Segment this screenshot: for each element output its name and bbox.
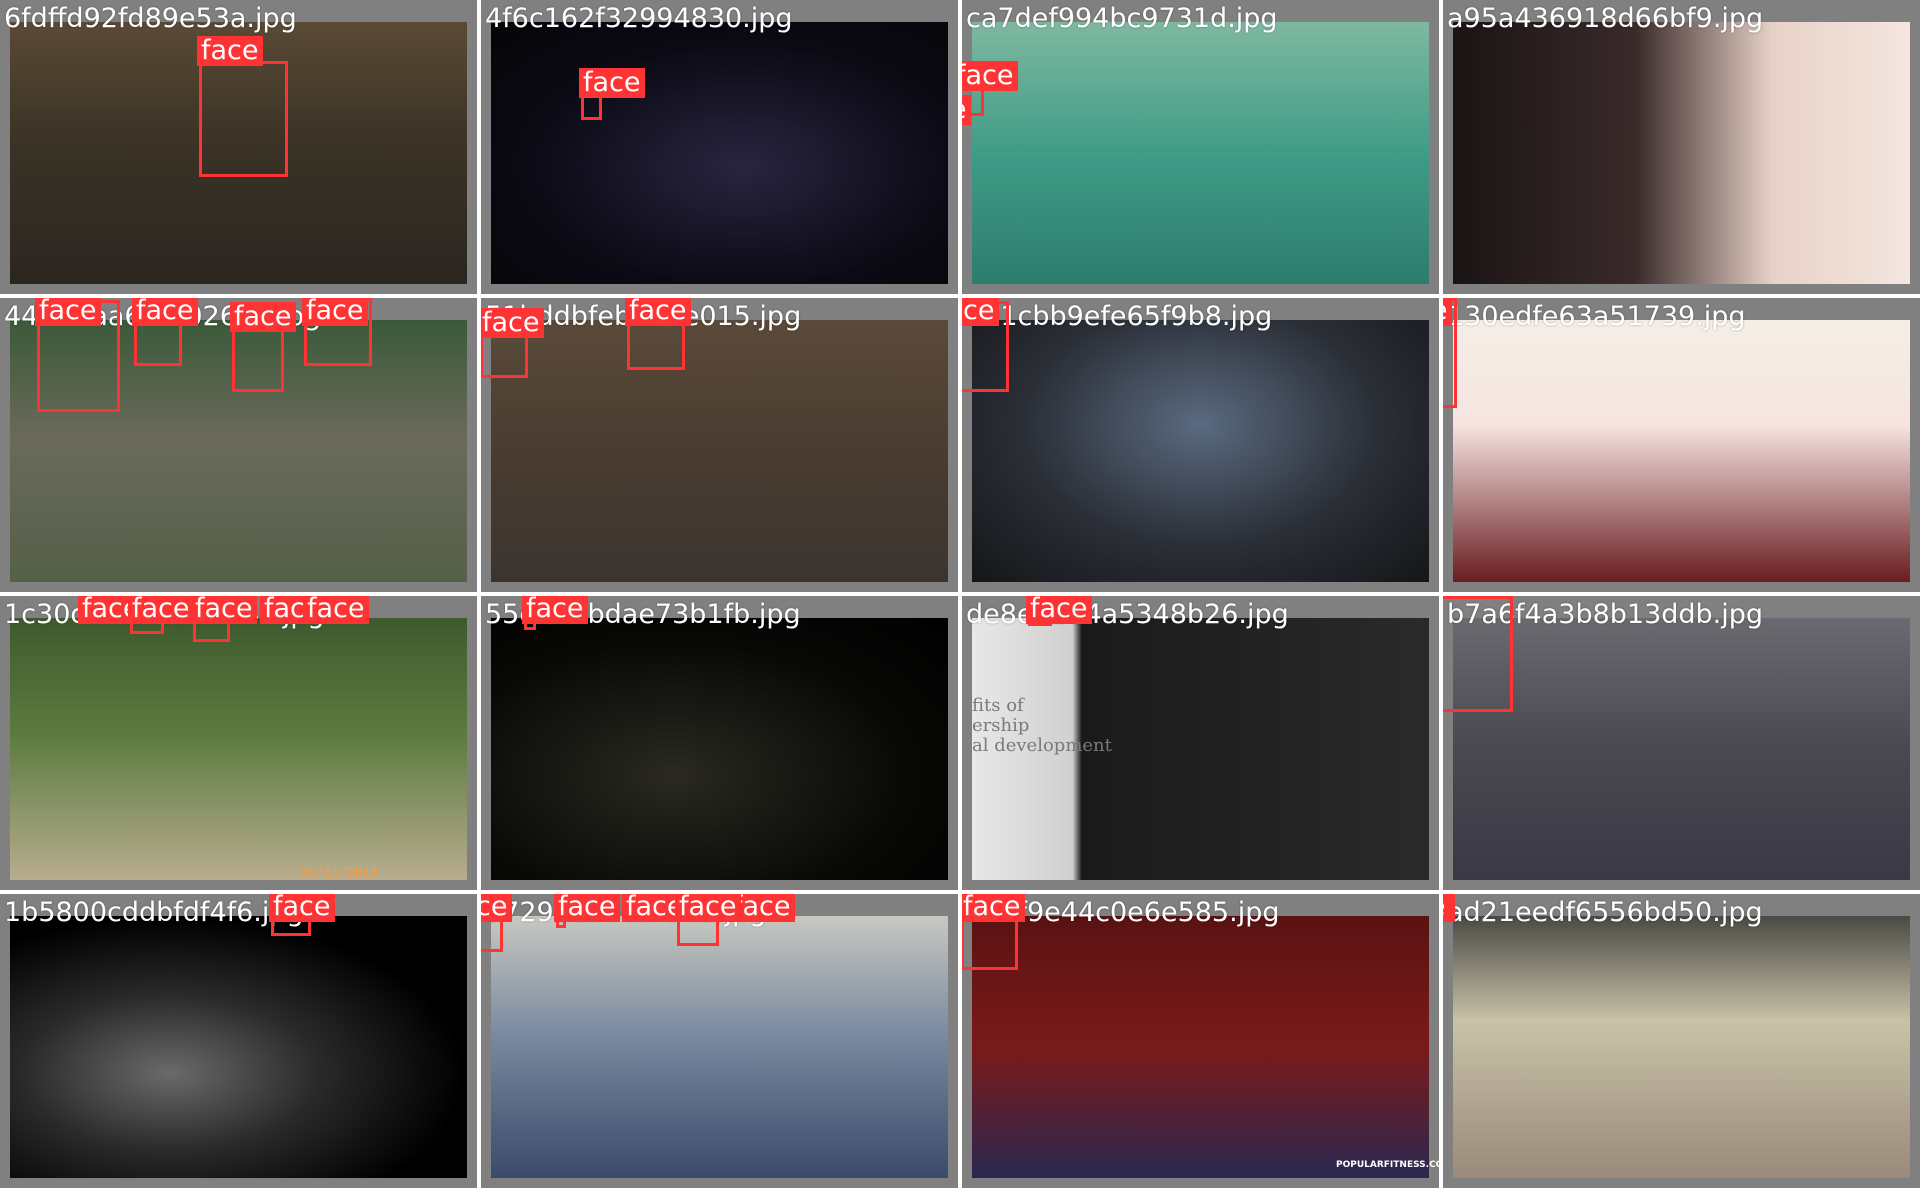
tile-photo xyxy=(491,916,948,1178)
detection-label: face xyxy=(1026,596,1092,624)
prediction-tile: b7a6f4a3b8b13ddb.jpgface xyxy=(1443,596,1920,890)
tile-photo xyxy=(10,618,467,880)
tile-filename: 4f6c162f32994830.jpg xyxy=(485,3,793,34)
detection-label: face xyxy=(962,61,1018,91)
detection-label: face xyxy=(197,36,263,66)
prediction-tile: 4f6c162f32994830.jpg face xyxy=(481,0,958,294)
tile-photo xyxy=(1453,320,1910,582)
prediction-tile: 130edfe63a51739.jpgfaceface xyxy=(1443,298,1920,592)
detection-label: face xyxy=(1443,894,1450,922)
detection-label: face xyxy=(35,298,101,326)
prediction-tile: a95a436918d66bf9.jpgface xyxy=(1443,0,1920,294)
prediction-tile: 1b5800cddbfdf4f6.jpg face xyxy=(0,894,477,1188)
detection-box xyxy=(199,61,288,177)
tile-photo xyxy=(1453,618,1910,880)
tile-photo xyxy=(491,22,948,284)
tile-photo xyxy=(491,320,948,582)
tile-photo xyxy=(972,916,1429,1178)
detection-label: face xyxy=(1443,298,1452,326)
tile-photo xyxy=(1453,916,1910,1178)
detection-label: face xyxy=(675,894,741,922)
detection-box xyxy=(1443,596,1513,712)
tile-photo xyxy=(1453,22,1910,284)
prediction-tile: 57298e56e2f5a2.jpgfacefacefacefaceface xyxy=(481,894,958,1188)
tile-filename: a95a436918d66bf9.jpg xyxy=(1447,3,1764,34)
detection-box xyxy=(481,332,528,378)
detection-label: face xyxy=(962,95,971,125)
tile-photo xyxy=(972,320,1429,582)
poster-text: fits of ership al development xyxy=(972,695,1112,756)
tile-filename: 6fdffd92fd89e53a.jpg xyxy=(4,3,297,34)
photo-date-stamp: 08/11/2013 xyxy=(300,866,379,881)
prediction-tile: 51bddbfeb256e015.jpgfaceface xyxy=(481,298,958,592)
tile-filename: 130edfe63a51739.jpg xyxy=(1447,301,1746,332)
detection-label: face xyxy=(481,308,544,338)
detection-label: face xyxy=(269,894,335,922)
tile-filename: de8e22a4a5348b26.jpg xyxy=(966,599,1289,630)
prediction-tile: ad21eedf6556bd50.jpgfaceface xyxy=(1443,894,1920,1188)
prediction-tile: 445ff0aa6f4d026e6.jpgfacefacefaceface xyxy=(0,298,477,592)
tile-photo xyxy=(10,916,467,1178)
detection-label: face xyxy=(128,596,194,624)
detection-label: face xyxy=(132,298,198,326)
tile-filename: 5b1cbb9efe65f9b8.jpg xyxy=(966,301,1273,332)
photo-watermark: POPULARFITNESS.COM xyxy=(1336,1160,1439,1170)
tile-filename: ad21eedf6556bd50.jpg xyxy=(1447,897,1763,928)
prediction-tile: 6fdffd92fd89e53a.jpg face xyxy=(0,0,477,294)
prediction-tile: 5b1cbb9efe65f9b8.jpgface xyxy=(962,298,1439,592)
tile-filename: ca7def994bc9731d.jpg xyxy=(966,3,1278,34)
tile-photo xyxy=(491,618,948,880)
detection-label: face xyxy=(522,596,588,624)
detection-box xyxy=(232,326,284,392)
detection-label: face xyxy=(579,68,645,98)
detection-label: face xyxy=(302,298,368,326)
detection-label: face xyxy=(303,596,369,624)
detection-label: face xyxy=(962,894,1025,922)
prediction-tile: 55e361bdae73b1fb.jpg face xyxy=(481,596,958,890)
prediction-tile: ca7def994bc9731d.jpg face face xyxy=(962,0,1439,294)
tile-filename: 1b5800cddbfdf4f6.jpg xyxy=(4,897,304,928)
detection-label: face xyxy=(191,596,257,624)
prediction-grid: 6fdffd92fd89e53a.jpg face 4f6c162f32994830… xyxy=(0,0,1920,1192)
tile-photo xyxy=(972,22,1429,284)
detection-label: face xyxy=(625,298,691,326)
detection-label: face xyxy=(230,302,296,332)
detection-label: face xyxy=(554,894,620,922)
prediction-tile: 1c30d6570129054c.jpgfacefacefacefaceface… xyxy=(0,596,477,890)
prediction-tile: 4d1f9e44c0e6e585.jpg face POPULARFITNESS.C… xyxy=(962,894,1439,1188)
detection-label: face xyxy=(481,894,512,922)
detection-label: face xyxy=(962,298,999,326)
prediction-tile: de8e22a4a5348b26.jpg face fits of ership a… xyxy=(962,596,1439,890)
